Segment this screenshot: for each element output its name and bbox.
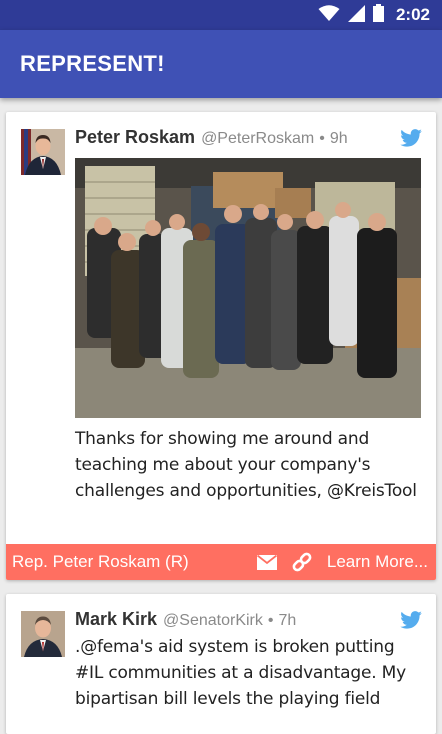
mail-icon[interactable]	[256, 554, 277, 570]
avatar[interactable]	[21, 129, 65, 175]
author-name[interactable]: Mark Kirk	[75, 609, 157, 630]
author-handle[interactable]: @PeterRoskam	[201, 130, 314, 148]
battery-icon	[372, 4, 384, 26]
tweet-time: 9h	[329, 130, 348, 147]
link-icon[interactable]	[291, 551, 313, 573]
tweet-photo[interactable]	[75, 158, 421, 418]
tweet-text: Thanks for showing me around and teachin…	[75, 429, 417, 501]
separator-dot: •	[319, 130, 325, 147]
tweet-time: 7h	[278, 612, 297, 629]
tweet-card[interactable]: Mark Kirk @SenatorKirk • 7h .@fema's aid…	[6, 594, 436, 734]
tweet-text: .@fema's aid system is broken putting #I…	[75, 637, 406, 709]
representative-name[interactable]: Rep. Peter Roskam (R)	[12, 552, 257, 572]
app-title: REPRESENT!	[20, 51, 165, 76]
signal-icon	[347, 4, 365, 26]
twitter-bird-icon[interactable]	[400, 611, 422, 629]
app-bar: REPRESENT!	[0, 30, 442, 98]
avatar[interactable]	[21, 611, 65, 657]
tweet-card[interactable]: Peter Roskam @PeterRoskam • 9h Thanks fo…	[6, 112, 436, 580]
status-time: 2:02	[395, 5, 430, 24]
tweet-header: Mark Kirk @SenatorKirk • 7h	[75, 609, 396, 633]
author-name[interactable]: Peter Roskam	[75, 127, 195, 148]
status-bar: 2:02	[0, 0, 442, 30]
tweet-header: Peter Roskam @PeterRoskam • 9h	[75, 127, 396, 151]
author-handle[interactable]: @SenatorKirk	[163, 612, 263, 630]
twitter-bird-icon[interactable]	[400, 129, 422, 147]
learn-more-link[interactable]: Learn More...	[327, 552, 428, 572]
representative-bar: Rep. Peter Roskam (R) Learn More...	[6, 544, 436, 580]
wifi-icon	[318, 4, 340, 26]
separator-dot: •	[267, 612, 274, 629]
